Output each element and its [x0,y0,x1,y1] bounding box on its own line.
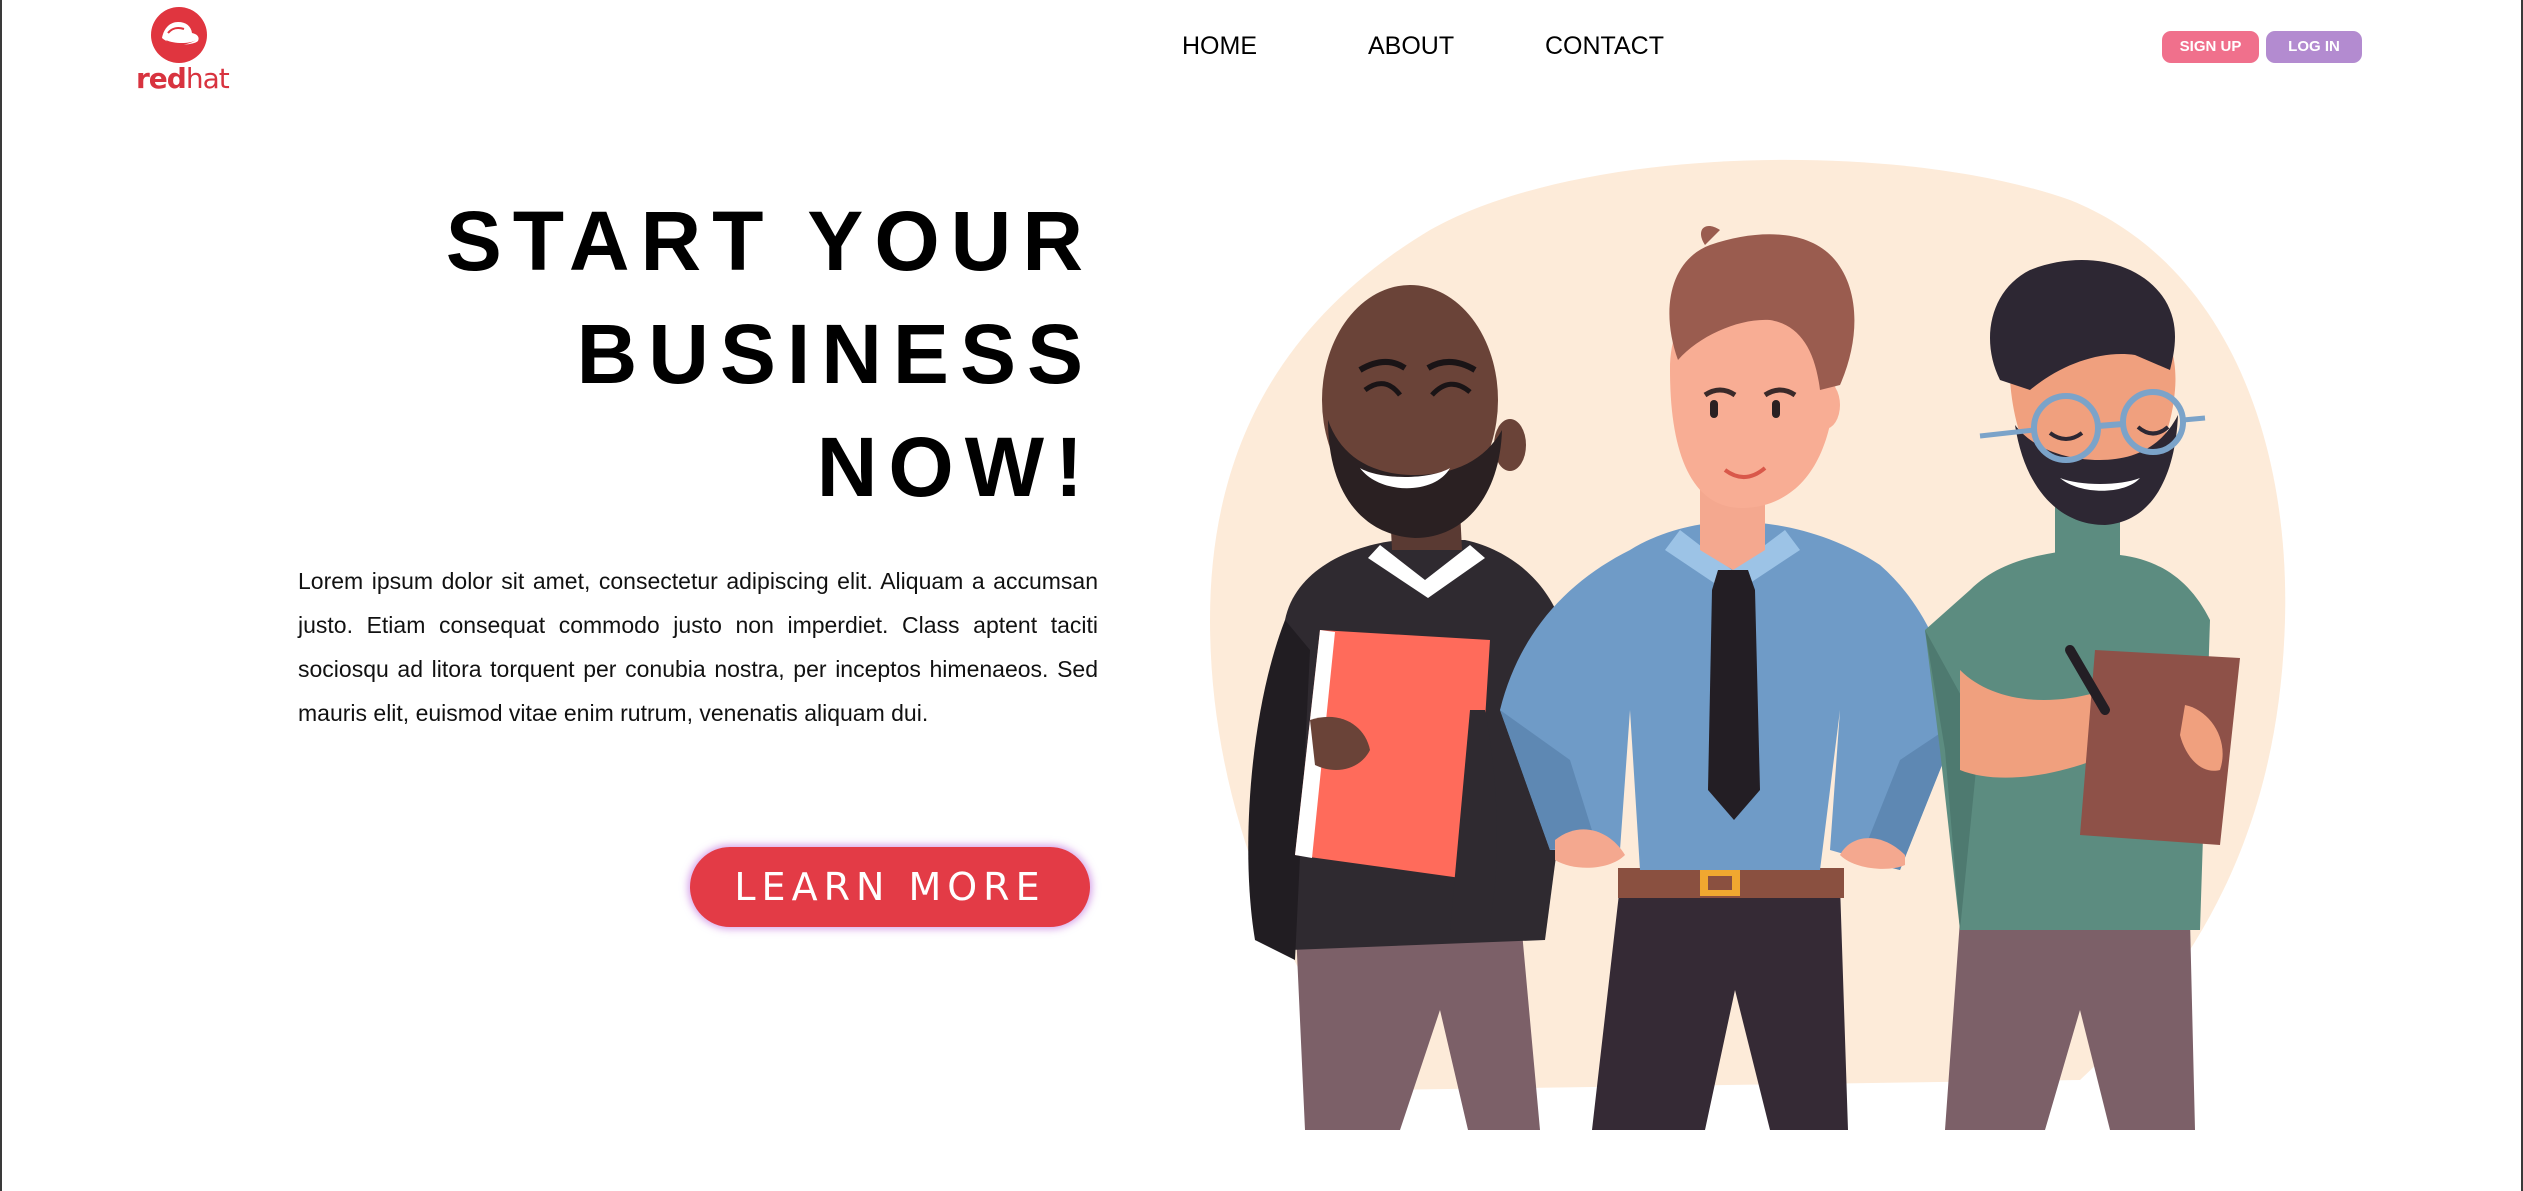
logo-wordmark: redhat [136,62,230,95]
learn-more-button[interactable]: LEARN MORE [690,847,1090,927]
hero-headline: START YOUR BUSINESS NOW! [294,185,1094,524]
headline-line-1: START YOUR [445,194,1094,288]
sign-up-button[interactable]: SIGN UP [2162,31,2259,63]
nav-contact-link[interactable]: CONTACT [1545,32,1664,61]
window-frame-left [0,0,2,1191]
nav-home-link[interactable]: HOME [1182,32,1257,61]
main-nav: HOME ABOUT CONTACT [0,32,2523,66]
headline-line-2: BUSINESS [576,307,1094,401]
nav-about-link[interactable]: ABOUT [1368,32,1454,61]
headline-line-3: NOW! [816,420,1094,514]
hero-body-text: Lorem ipsum dolor sit amet, consectetur … [298,568,1098,726]
log-in-button[interactable]: LOG IN [2266,31,2362,63]
three-businessmen-illustration [1210,159,2286,1130]
